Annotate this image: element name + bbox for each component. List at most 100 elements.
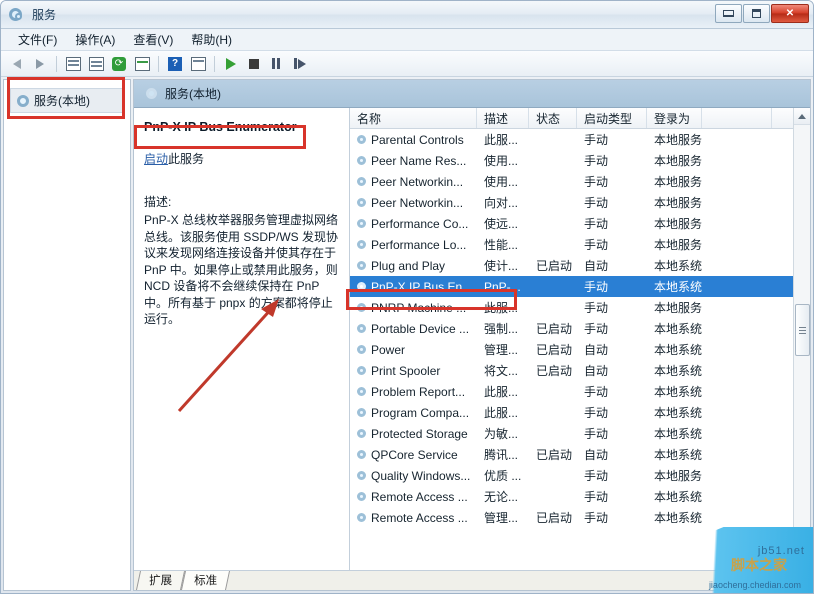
table-row[interactable]: Print Spooler 将文... 已启动 自动 本地系统 (350, 360, 793, 381)
table-row[interactable]: Peer Networkin... 使用... 手动 本地服务 (350, 171, 793, 192)
tree-item-label: 服务(本地) (34, 94, 90, 108)
logon-as-cell: 本地系统 (654, 406, 702, 420)
stop-service-button[interactable] (244, 54, 264, 74)
services-gear-icon (357, 429, 366, 438)
column-header-1[interactable]: 描述 (477, 108, 529, 128)
restart-icon (294, 58, 306, 69)
column-header-3[interactable]: 启动类型 (577, 108, 647, 128)
service-name-cell: Program Compa... (350, 406, 477, 420)
right-pane: 服务(本地) PnP-X IP Bus Enumerator 启动此服务 描述:… (133, 79, 811, 591)
table-row[interactable]: Remote Access ... 管理... 已启动 手动 本地系统 (350, 507, 793, 528)
table-row[interactable]: Parental Controls 此服... 手动 本地服务 (350, 129, 793, 150)
startup-type-cell: 手动 (584, 217, 609, 231)
table-row[interactable]: QPCore Service 腾讯... 已启动 自动 本地系统 (350, 444, 793, 465)
service-name-cell: Peer Name Res... (350, 154, 477, 168)
title-bar: 服务 ✕ (1, 1, 813, 29)
back-button[interactable] (7, 54, 27, 74)
table-row[interactable]: Quality Windows... 优质 ... 手动 本地服务 (350, 465, 793, 486)
status-cell: 已启动 (536, 343, 573, 357)
close-button[interactable]: ✕ (771, 4, 809, 23)
startup-type-cell: 手动 (584, 385, 609, 399)
services-gear-icon (357, 177, 366, 186)
start-service-link[interactable]: 启动 (144, 152, 168, 166)
refresh-button[interactable]: ⟳ (109, 54, 129, 74)
table-row[interactable]: Remote Access ... 无论... 手动 本地系统 (350, 486, 793, 507)
services-gear-icon (146, 88, 157, 99)
table-row[interactable]: Plug and Play 使计... 已启动 自动 本地系统 (350, 255, 793, 276)
service-name-label: Portable Device ... (371, 321, 470, 336)
logon-as-cell: 本地服务 (654, 469, 702, 483)
tab-standard[interactable]: 标准 (180, 571, 231, 590)
service-name-label: Performance Co... (371, 216, 469, 231)
services-gear-icon (357, 198, 366, 207)
properties-button[interactable] (86, 54, 106, 74)
service-name-cell: Parental Controls (350, 133, 477, 147)
menu-action[interactable]: 操作(A) (66, 29, 124, 50)
window-title: 服务 (32, 8, 57, 22)
refresh-icon: ⟳ (112, 56, 126, 71)
description-cell: 向对... (484, 196, 519, 210)
startup-type-cell: 自动 (584, 259, 609, 273)
description-cell: 强制... (484, 322, 519, 336)
status-cell: 已启动 (536, 364, 573, 378)
logon-as-cell: 本地系统 (654, 490, 702, 504)
table-row[interactable]: PnP-X IP Bus En... PnP-... 手动 本地系统 (350, 276, 793, 297)
show-tree-button[interactable] (63, 54, 83, 74)
restore-button[interactable] (743, 4, 770, 23)
export-button[interactable] (132, 54, 152, 74)
table-row[interactable]: Problem Report... 此服... 手动 本地系统 (350, 381, 793, 402)
column-header-4[interactable]: 登录为 (647, 108, 702, 128)
logon-as-cell: 本地系统 (654, 280, 702, 294)
vertical-scrollbar[interactable] (793, 108, 810, 570)
logon-as-cell: 本地服务 (654, 301, 702, 315)
service-name-cell: Peer Networkin... (350, 175, 477, 189)
logon-as-cell: 本地系统 (654, 511, 702, 525)
table-row[interactable]: Protected Storage 为敏... 手动 本地系统 (350, 423, 793, 444)
scrollbar-thumb[interactable] (795, 304, 810, 356)
menu-help[interactable]: 帮助(H) (182, 29, 241, 50)
description-cell: 此服... (484, 133, 519, 147)
table-row[interactable]: PNRP Machine ... 此服... 手动 本地服务 (350, 297, 793, 318)
scroll-up-button[interactable] (794, 108, 810, 125)
tree-item-services-local[interactable]: 服务(本地) (10, 88, 124, 113)
description-cell: 此服... (484, 385, 519, 399)
start-service-line: 启动此服务 (144, 150, 339, 167)
services-gear-icon (357, 387, 366, 396)
table-row[interactable]: Portable Device ... 强制... 已启动 手动 本地系统 (350, 318, 793, 339)
chevron-up-icon (798, 113, 806, 119)
service-name-cell: Performance Lo... (350, 238, 477, 252)
start-service-button[interactable] (221, 54, 241, 74)
tab-label: 扩展 (149, 575, 173, 587)
panel-header-label: 服务(本地) (165, 87, 221, 101)
pause-service-button[interactable] (267, 54, 287, 74)
pause-icon (272, 58, 282, 69)
column-header-2[interactable]: 状态 (529, 108, 577, 128)
service-name-cell: PnP-X IP Bus En... (350, 280, 477, 294)
description-cell: 腾讯... (484, 448, 519, 462)
table-row[interactable]: Peer Networkin... 向对... 手动 本地服务 (350, 192, 793, 213)
table-row[interactable]: Power 管理... 已启动 自动 本地系统 (350, 339, 793, 360)
table-row[interactable]: Peer Name Res... 使用... 手动 本地服务 (350, 150, 793, 171)
help-button[interactable]: ? (165, 54, 185, 74)
startup-type-cell: 手动 (584, 154, 609, 168)
startup-type-cell: 手动 (584, 490, 609, 504)
forward-button[interactable] (30, 54, 50, 74)
minimize-button[interactable] (715, 4, 742, 23)
services-gear-icon (357, 366, 366, 375)
services-gear-icon (357, 135, 366, 144)
column-header-5[interactable] (702, 108, 772, 128)
details-view-button[interactable] (188, 54, 208, 74)
table-row[interactable]: Performance Co... 使远... 手动 本地服务 (350, 213, 793, 234)
column-header-0[interactable]: 名称 (350, 108, 477, 128)
startup-type-cell: 手动 (584, 301, 609, 315)
service-name-label: Quality Windows... (371, 468, 471, 483)
table-row[interactable]: Performance Lo... 性能... 手动 本地服务 (350, 234, 793, 255)
startup-type-cell: 手动 (584, 133, 609, 147)
help-icon: ? (168, 56, 182, 71)
status-cell: 已启动 (536, 322, 573, 336)
restart-service-button[interactable] (290, 54, 310, 74)
menu-file[interactable]: 文件(F) (9, 29, 66, 50)
menu-view[interactable]: 查看(V) (124, 29, 182, 50)
tab-extended[interactable]: 扩展 (135, 571, 186, 590)
table-row[interactable]: Program Compa... 此服... 手动 本地系统 (350, 402, 793, 423)
